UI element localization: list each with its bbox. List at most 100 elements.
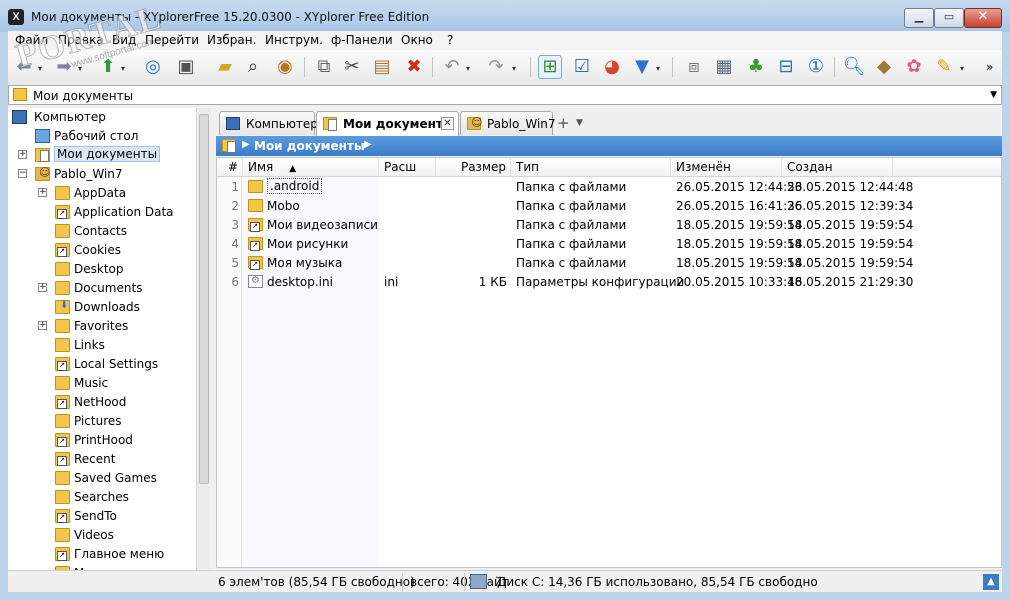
back-dropdown-icon[interactable]: ▾ [38,64,42,73]
tabs-icon[interactable]: ⧈ [682,55,706,79]
minimize-button[interactable]: ▁ [904,8,934,28]
redo-icon[interactable]: ↷ [484,55,508,79]
tree-item[interactable]: Searches [8,488,196,507]
menu-tools[interactable]: Инструм. [265,33,323,47]
tree-item[interactable]: − Pablo_Win7 [8,165,196,184]
target-icon[interactable]: ◎ [141,55,165,79]
copy-icon[interactable]: ⧉ [312,55,336,79]
tree-item[interactable]: + Favorites [8,317,196,336]
tree-item[interactable]: + Мои документы [8,146,196,165]
dual-pane-icon[interactable]: ⊟ [774,55,798,79]
xy-logo-icon[interactable]: X [8,9,24,25]
find-icon[interactable]: ⌕ [241,55,265,79]
expand-icon[interactable]: + [18,150,27,159]
collapse-icon[interactable]: − [18,169,27,178]
filter-dropdown-icon[interactable]: ▾ [656,64,660,73]
tree-toggle-icon[interactable]: ⊞ [538,55,562,79]
undo-icon[interactable]: ↶ [440,55,464,79]
menu-panels[interactable]: ф-Панели [331,33,393,47]
tree-item[interactable]: Music [8,374,196,393]
filter-icon[interactable]: ▼ [630,55,654,79]
tree-item[interactable]: Desktop [8,260,196,279]
column-header-number[interactable]: # [217,158,243,176]
expand-icon[interactable]: + [38,283,47,292]
tree-item[interactable]: Local Settings [8,355,196,374]
address-input[interactable]: Мои документы [33,89,133,103]
search-icon[interactable]: 🔍︎ [842,55,866,79]
tree-view-icon[interactable]: ♣ [744,55,768,79]
tab-computer[interactable]: Компьютер [219,111,318,135]
column-header-type[interactable]: Тип [511,158,671,176]
tree-item[interactable]: Главное меню [8,545,196,564]
pie-chart-icon[interactable]: ◕ [600,55,624,79]
tree-item[interactable]: + AppData [8,184,196,203]
tree-item[interactable]: SendTo [8,507,196,526]
close-tab-icon[interactable]: ✕ [441,117,454,130]
tree-item[interactable]: PrintHood [8,431,196,450]
tab-menu-icon[interactable]: ▼ [576,118,583,128]
one-pane-icon[interactable]: ① [804,55,828,79]
history-icon[interactable]: ◉ [273,55,297,79]
tab-pablo-win7[interactable]: Pablo_Win7 [460,111,556,135]
paste-icon[interactable]: ▤ [370,55,394,79]
menu-view[interactable]: Вид [112,33,136,47]
brush-dropdown-icon[interactable]: ▾ [960,64,964,73]
brush-icon[interactable]: ✎ [932,55,956,79]
tree-item[interactable]: Links [8,336,196,355]
tag-icon[interactable]: ◆ [872,55,896,79]
expand-icon[interactable]: + [38,188,47,197]
tree-item[interactable]: Downloads [8,298,196,317]
tree-item[interactable]: Application Data [8,203,196,222]
tree-item[interactable]: NetHood [8,393,196,412]
back-arrow-icon[interactable]: ⬅ [12,55,36,79]
table-row[interactable]: 1 .android Папка с файлами 26.05.2015 12:44… [217,177,1001,196]
delete-icon[interactable]: ✖ [402,55,426,79]
cut-icon[interactable]: ✂ [340,55,364,79]
menu-edit[interactable]: Правка [58,33,104,47]
column-header-extension[interactable]: Расш [379,158,436,176]
breadcrumb-item[interactable]: Мои документы [254,139,365,153]
tree-item[interactable]: Contacts [8,222,196,241]
table-row[interactable]: 6 desktop.ini ini 1 КБ Параметры конфигураци… [217,272,1001,291]
tree-item[interactable]: Cookies [8,241,196,260]
forward-arrow-icon[interactable]: ➡ [52,55,76,79]
details-view-icon[interactable]: ▦ [712,55,736,79]
toolbar-overflow-button[interactable]: » [986,60,993,74]
column-header-name[interactable]: Имя ▲ [243,158,379,176]
up-arrow-icon[interactable]: ⬆ [96,55,120,79]
tab-my-documents[interactable]: Мои документы ✕ [316,111,459,136]
status-collapse-icon[interactable]: ▲ [983,574,999,590]
tree-item[interactable]: + Documents [8,279,196,298]
chevron-right-icon[interactable]: ▶ [364,139,372,150]
column-header-modified[interactable]: Изменён [671,158,782,176]
up-dropdown-icon[interactable]: ▾ [121,64,125,73]
table-row[interactable]: 5 Моя музыка Папка с файлами 18.05.2015 19:… [217,253,1001,272]
tree-item[interactable]: Pictures [8,412,196,431]
menu-file[interactable]: Файл [15,33,48,47]
close-button[interactable]: ✕ [964,8,1002,28]
table-row[interactable]: 4 Мои рисунки Папка с файлами 18.05.2015 19… [217,234,1001,253]
add-tab-button[interactable]: + [557,114,570,132]
undo-dropdown-icon[interactable]: ▾ [466,64,470,73]
tree-item[interactable]: Рабочий стол [8,127,196,146]
column-header-size[interactable]: Размер [436,158,511,176]
tree-scroll-thumb[interactable] [199,114,209,484]
address-bar[interactable]: Мои документы ▼ [8,85,1002,105]
flower-icon[interactable]: ✿ [902,55,926,79]
tree-item[interactable]: Компьютер [8,108,196,127]
checkbox-icon[interactable]: ☑ [570,55,594,79]
menu-favorites[interactable]: Избран. [207,33,256,47]
tree-item[interactable]: Recent [8,450,196,469]
expand-icon[interactable]: + [38,321,47,330]
menu-help[interactable]: ? [447,33,453,47]
menu-go[interactable]: Перейти [145,33,199,47]
documents-folder-icon[interactable] [222,139,236,153]
address-dropdown-icon[interactable]: ▼ [990,90,997,100]
drives-icon[interactable]: ▣ [174,55,198,79]
column-header-created[interactable]: Создан [782,158,893,176]
table-row[interactable]: 2 Mobo Папка с файлами 26.05.2015 16:41:36 2… [217,196,1001,215]
chevron-right-icon[interactable]: ▶ [242,139,250,150]
table-row[interactable]: 3 Мои видеозаписи Папка с файлами 18.05.201… [217,215,1001,234]
forward-dropdown-icon[interactable]: ▾ [78,64,82,73]
tree-item[interactable]: Videos [8,526,196,545]
